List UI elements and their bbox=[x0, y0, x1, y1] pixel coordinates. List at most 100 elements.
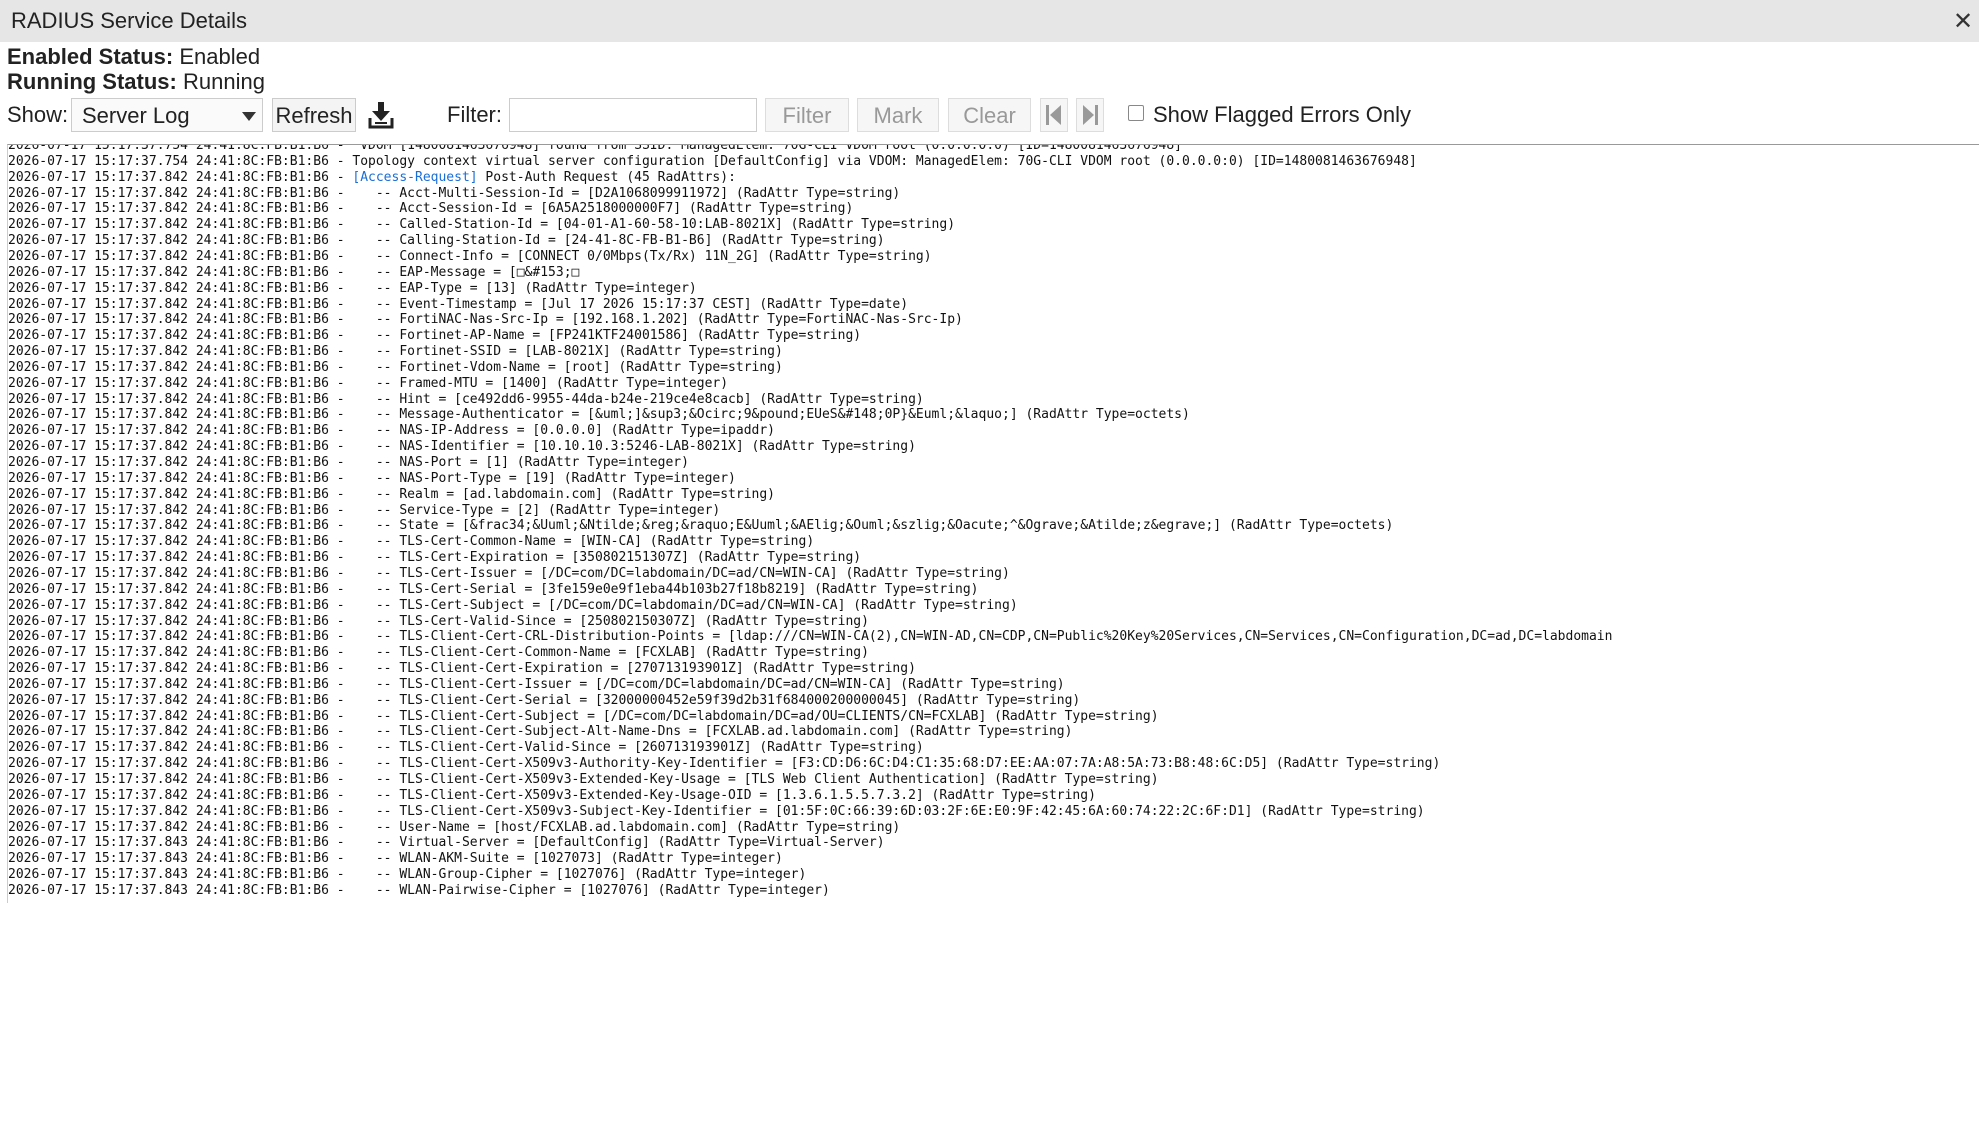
log-line: 2026-07-17 15:17:37.843 24:41:8C:FB:B1:B… bbox=[8, 867, 806, 883]
log-line-text: 2026-07-17 15:17:37.842 24:41:8C:FB:B1:B… bbox=[8, 169, 353, 185]
log-line: 2026-07-17 15:17:37.842 24:41:8C:FB:B1:B… bbox=[8, 709, 1159, 725]
log-line: 2026-07-17 15:17:37.842 24:41:8C:FB:B1:B… bbox=[8, 439, 916, 455]
running-status-value: Running bbox=[183, 69, 265, 94]
log-line: 2026-07-17 15:17:37.842 24:41:8C:FB:B1:B… bbox=[8, 249, 932, 265]
log-toolbar: Show: Server Log Refresh Filter: Filter … bbox=[0, 96, 1979, 136]
log-line: 2026-07-17 15:17:37.842 24:41:8C:FB:B1:B… bbox=[8, 455, 689, 471]
log-line: 2026-07-17 15:17:37.843 24:41:8C:FB:B1:B… bbox=[8, 851, 783, 867]
log-line-text: 2026-07-17 15:17:37.842 24:41:8C:FB:B1:B… bbox=[8, 787, 1096, 803]
log-line: 2026-07-17 15:17:37.842 24:41:8C:FB:B1:B… bbox=[8, 677, 1065, 693]
log-line: 2026-07-17 15:17:37.842 24:41:8C:FB:B1:B… bbox=[8, 297, 908, 313]
log-line: 2026-07-17 15:17:37.842 24:41:8C:FB:B1:B… bbox=[8, 170, 736, 186]
refresh-button[interactable]: Refresh bbox=[272, 98, 356, 132]
log-type-value: Server Log bbox=[82, 103, 190, 128]
enabled-status-value: Enabled bbox=[179, 44, 261, 69]
log-line: 2026-07-17 15:17:37.842 24:41:8C:FB:B1:B… bbox=[8, 376, 728, 392]
log-line-text: 2026-07-17 15:17:37.842 24:41:8C:FB:B1:B… bbox=[8, 708, 1159, 724]
filter-input[interactable] bbox=[509, 98, 757, 132]
log-line: 2026-07-17 15:17:37.842 24:41:8C:FB:B1:B… bbox=[8, 756, 1440, 772]
filter-button[interactable]: Filter bbox=[765, 98, 849, 132]
log-line: 2026-07-17 15:17:37.842 24:41:8C:FB:B1:B… bbox=[8, 724, 1072, 740]
log-line: 2026-07-17 15:17:37.842 24:41:8C:FB:B1:B… bbox=[8, 582, 979, 598]
log-line: 2026-07-17 15:17:37.842 24:41:8C:FB:B1:B… bbox=[8, 392, 924, 408]
log-line-text: 2026-07-17 15:17:37.842 24:41:8C:FB:B1:B… bbox=[8, 724, 1073, 740]
log-line: 2026-07-17 15:17:37.842 24:41:8C:FB:B1:B… bbox=[8, 281, 697, 297]
log-line-text: 2026-07-17 15:17:37.842 24:41:8C:FB:B1:B… bbox=[8, 645, 869, 661]
log-line-text: 2026-07-17 15:17:37.842 24:41:8C:FB:B1:B… bbox=[8, 486, 776, 502]
log-line: 2026-07-17 15:17:37.843 24:41:8C:FB:B1:B… bbox=[8, 883, 830, 899]
enabled-status: Enabled Status: Enabled bbox=[7, 44, 260, 70]
log-line: 2026-07-17 15:17:37.754 24:41:8C:FB:B1:B… bbox=[8, 154, 1417, 170]
log-line: 2026-07-17 15:17:37.842 24:41:8C:FB:B1:B… bbox=[8, 328, 861, 344]
log-line: 2026-07-17 15:17:37.842 24:41:8C:FB:B1:B… bbox=[8, 645, 869, 661]
log-line: 2026-07-17 15:17:37.842 24:41:8C:FB:B1:B… bbox=[8, 344, 783, 360]
log-line-text: 2026-07-17 15:17:37.843 24:41:8C:FB:B1:B… bbox=[8, 835, 885, 851]
log-line: 2026-07-17 15:17:37.842 24:41:8C:FB:B1:B… bbox=[8, 312, 963, 328]
log-line-text: 2026-07-17 15:17:37.842 24:41:8C:FB:B1:B… bbox=[8, 328, 862, 344]
log-line: 2026-07-17 15:17:37.842 24:41:8C:FB:B1:B… bbox=[8, 772, 1159, 788]
log-line-text: 2026-07-17 15:17:37.842 24:41:8C:FB:B1:B… bbox=[8, 264, 580, 280]
log-line-text: 2026-07-17 15:17:37.842 24:41:8C:FB:B1:B… bbox=[8, 439, 916, 455]
log-line-text: 2026-07-17 15:17:37.842 24:41:8C:FB:B1:B… bbox=[8, 756, 1441, 772]
filter-label: Filter: bbox=[447, 102, 502, 127]
log-line: 2026-07-17 15:17:37.842 24:41:8C:FB:B1:B… bbox=[8, 661, 916, 677]
log-line: 2026-07-17 15:17:37.842 24:41:8C:FB:B1:B… bbox=[8, 518, 1393, 534]
log-line: 2026-07-17 15:17:37.842 24:41:8C:FB:B1:B… bbox=[8, 265, 579, 281]
log-line-text: 2026-07-17 15:17:37.754 24:41:8C:FB:B1:B… bbox=[8, 153, 1417, 169]
log-line: 2026-07-17 15:17:37.842 24:41:8C:FB:B1:B… bbox=[8, 566, 1010, 582]
skip-first-icon[interactable] bbox=[1040, 98, 1068, 132]
log-line-text: 2026-07-17 15:17:37.842 24:41:8C:FB:B1:B… bbox=[8, 423, 776, 439]
log-line-text: 2026-07-17 15:17:37.842 24:41:8C:FB:B1:B… bbox=[8, 819, 901, 835]
log-line-text: 2026-07-17 15:17:37.842 24:41:8C:FB:B1:B… bbox=[8, 344, 783, 360]
log-line: 2026-07-17 15:17:37.842 24:41:8C:FB:B1:B… bbox=[8, 201, 853, 217]
log-line: 2026-07-17 15:17:37.842 24:41:8C:FB:B1:B… bbox=[8, 820, 900, 836]
log-line-text: 2026-07-17 15:17:37.842 24:41:8C:FB:B1:B… bbox=[8, 581, 979, 597]
server-log-panel[interactable]: 2026-07-17 15:17:37.754 24:41:8C:FB:B1:B… bbox=[7, 144, 1979, 903]
skip-last-icon[interactable] bbox=[1076, 98, 1104, 132]
log-line: 2026-07-17 15:17:37.842 24:41:8C:FB:B1:B… bbox=[8, 804, 1425, 820]
log-line: 2026-07-17 15:17:37.842 24:41:8C:FB:B1:B… bbox=[8, 217, 955, 233]
enabled-status-label: Enabled Status: bbox=[7, 44, 174, 69]
log-line-text: 2026-07-17 15:17:37.842 24:41:8C:FB:B1:B… bbox=[8, 201, 854, 217]
log-line: 2026-07-17 15:17:37.842 24:41:8C:FB:B1:B… bbox=[8, 503, 720, 519]
log-line-text: 2026-07-17 15:17:37.842 24:41:8C:FB:B1:B… bbox=[8, 248, 932, 264]
log-line-text: 2026-07-17 15:17:37.842 24:41:8C:FB:B1:B… bbox=[8, 185, 901, 201]
log-line-text: 2026-07-17 15:17:37.842 24:41:8C:FB:B1:B… bbox=[8, 217, 956, 233]
log-line: 2026-07-17 15:17:37.842 24:41:8C:FB:B1:B… bbox=[8, 788, 1096, 804]
log-line-text: 2026-07-17 15:17:37.842 24:41:8C:FB:B1:B… bbox=[8, 613, 869, 629]
log-line: 2026-07-17 15:17:37.842 24:41:8C:FB:B1:B… bbox=[8, 487, 775, 503]
log-line: 2026-07-17 15:17:37.842 24:41:8C:FB:B1:B… bbox=[8, 471, 736, 487]
mark-button[interactable]: Mark bbox=[857, 98, 939, 132]
log-line: 2026-07-17 15:17:37.842 24:41:8C:FB:B1:B… bbox=[8, 614, 869, 630]
flagged-errors-label: Show Flagged Errors Only bbox=[1153, 102, 1411, 127]
window-title: RADIUS Service Details bbox=[11, 8, 247, 33]
log-line: 2026-07-17 15:17:37.842 24:41:8C:FB:B1:B… bbox=[8, 629, 1612, 645]
log-line-text: 2026-07-17 15:17:37.842 24:41:8C:FB:B1:B… bbox=[8, 359, 783, 375]
log-line-text: 2026-07-17 15:17:37.842 24:41:8C:FB:B1:B… bbox=[8, 280, 697, 296]
log-line-text: 2026-07-17 15:17:37.843 24:41:8C:FB:B1:B… bbox=[8, 851, 783, 867]
log-line-text: 2026-07-17 15:17:37.754 24:41:8C:FB:B1:B… bbox=[8, 144, 1182, 153]
log-line: 2026-07-17 15:17:37.842 24:41:8C:FB:B1:B… bbox=[8, 423, 775, 439]
log-line-text: 2026-07-17 15:17:37.842 24:41:8C:FB:B1:B… bbox=[8, 534, 815, 550]
log-line-text: 2026-07-17 15:17:37.842 24:41:8C:FB:B1:B… bbox=[8, 661, 916, 677]
log-line-text: 2026-07-17 15:17:37.842 24:41:8C:FB:B1:B… bbox=[8, 391, 924, 407]
log-line: 2026-07-17 15:17:37.842 24:41:8C:FB:B1:B… bbox=[8, 740, 924, 756]
log-line: 2026-07-17 15:17:37.842 24:41:8C:FB:B1:B… bbox=[8, 233, 885, 249]
flagged-errors-checkbox[interactable] bbox=[1128, 105, 1144, 121]
download-icon[interactable] bbox=[368, 100, 394, 130]
log-line-text: 2026-07-17 15:17:37.842 24:41:8C:FB:B1:B… bbox=[8, 455, 689, 470]
log-line: 2026-07-17 15:17:37.842 24:41:8C:FB:B1:B… bbox=[8, 407, 1190, 423]
log-line-tag: [Access-Request] bbox=[352, 169, 478, 185]
log-line-text: 2026-07-17 15:17:37.842 24:41:8C:FB:B1:B… bbox=[8, 692, 1081, 708]
log-line-rest: Post-Auth Request (45 RadAttrs): bbox=[477, 169, 736, 185]
log-line: 2026-07-17 15:17:37.843 24:41:8C:FB:B1:B… bbox=[8, 835, 885, 851]
log-line-text: 2026-07-17 15:17:37.842 24:41:8C:FB:B1:B… bbox=[8, 550, 862, 566]
log-line-text: 2026-07-17 15:17:37.842 24:41:8C:FB:B1:B… bbox=[8, 518, 1394, 534]
log-line: 2026-07-17 15:17:37.842 24:41:8C:FB:B1:B… bbox=[8, 534, 814, 550]
clear-button[interactable]: Clear bbox=[948, 98, 1031, 132]
log-type-select[interactable]: Server Log bbox=[71, 98, 263, 132]
log-line: 2026-07-17 15:17:37.754 24:41:8C:FB:B1:B… bbox=[8, 144, 1182, 154]
close-icon[interactable]: ✕ bbox=[1953, 7, 1973, 36]
log-line-text: 2026-07-17 15:17:37.842 24:41:8C:FB:B1:B… bbox=[8, 233, 885, 249]
running-status-label: Running Status: bbox=[7, 69, 177, 94]
